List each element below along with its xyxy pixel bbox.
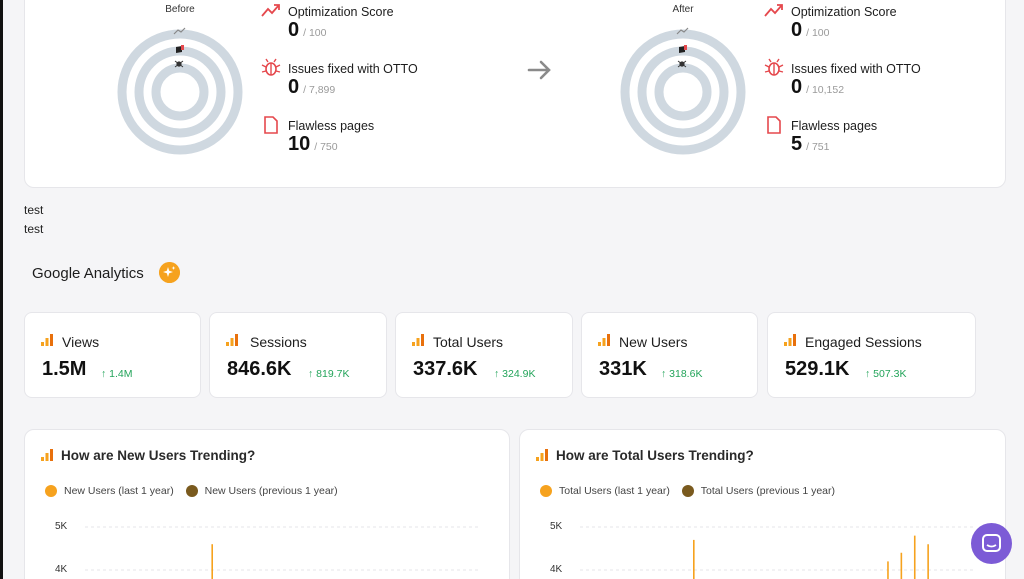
stat-value: 529.1K <box>785 358 850 380</box>
sparkle-icon[interactable] <box>159 262 180 283</box>
window-edge <box>0 0 3 579</box>
metric-value: 0 <box>288 76 300 98</box>
metric-title: Optimization Score <box>791 5 897 19</box>
total-users-stat-card: Total Users 337.6K ↑ 324.9K <box>395 312 573 398</box>
stat-value: 1.5M <box>42 358 87 380</box>
stat-delta: ↑ 318.6K <box>661 368 703 380</box>
engaged-sessions-stat-card: Engaged Sessions 529.1K ↑ 507.3K <box>767 312 976 398</box>
metric-value: 0 <box>288 19 300 41</box>
trend-up-icon <box>261 4 280 17</box>
otto-comparison-card: Before Optimization Score 0/ 100 Issues … <box>24 0 1006 188</box>
total-users-plot <box>580 526 975 579</box>
before-label: Before <box>165 4 195 15</box>
page-icon <box>264 116 278 134</box>
analytics-bars-icon <box>412 334 424 346</box>
metric-value: 10 <box>288 133 311 155</box>
after-score-rings <box>620 27 746 155</box>
stat-delta: ↑ 324.9K <box>494 368 536 380</box>
stat-label: Views <box>62 334 100 350</box>
metric-value: 0 <box>791 76 803 98</box>
metric-title: Optimization Score <box>288 5 394 19</box>
flawless-pages-metric: Flawless pages 5/ 751 <box>764 115 1024 165</box>
total-users-trend-card: How are Total Users Trending? Total User… <box>519 429 1006 579</box>
metric-total: / 751 <box>806 141 830 153</box>
stat-label: New Users <box>619 334 688 350</box>
stat-delta: ↑ 819.7K <box>308 368 350 380</box>
note-line: test <box>24 222 44 236</box>
bug-icon <box>261 58 281 76</box>
metric-total: / 7,899 <box>303 84 336 96</box>
stat-delta: ↑ 1.4M <box>101 368 133 380</box>
after-label: After <box>672 4 694 15</box>
metric-title: Flawless pages <box>791 119 878 133</box>
stat-value: 846.6K <box>227 358 292 380</box>
flawless-pages-metric: Flawless pages 10/ 750 <box>261 115 531 165</box>
metric-total: / 10,152 <box>806 84 845 96</box>
arrow-right-icon <box>527 60 551 80</box>
optimization-score-metric: Optimization Score 0/ 100 <box>764 1 1024 51</box>
stat-value: 337.6K <box>413 358 478 380</box>
bug-icon <box>764 58 784 76</box>
metric-total: / 100 <box>303 27 327 39</box>
new-users-plot <box>85 526 480 579</box>
chat-icon <box>982 534 1001 552</box>
analytics-bars-icon <box>784 334 796 346</box>
new-users-trend-card: How are New Users Trending? New Users (l… <box>24 429 510 579</box>
before-score-rings <box>117 27 243 155</box>
analytics-bars-icon <box>41 334 53 346</box>
views-stat-card: Views 1.5M ↑ 1.4M <box>24 312 201 398</box>
optimization-score-metric: Optimization Score 0/ 100 <box>261 1 531 51</box>
metric-title: Flawless pages <box>288 119 375 133</box>
metric-title: Issues fixed with OTTO <box>791 62 921 76</box>
stat-label: Sessions <box>250 334 307 350</box>
analytics-bars-icon <box>226 334 238 346</box>
issues-fixed-metric: Issues fixed with OTTO 0/ 7,899 <box>261 58 531 108</box>
before-snapshot: Before Optimization Score 0/ 100 Issues … <box>115 1 535 171</box>
stat-delta: ↑ 507.3K <box>865 368 907 380</box>
stat-value: 331K <box>599 358 647 380</box>
issues-fixed-metric: Issues fixed with OTTO 0/ 10,152 <box>764 58 1024 108</box>
metric-value: 5 <box>791 133 803 155</box>
metric-value: 0 <box>791 19 803 41</box>
metric-total: / 100 <box>806 27 830 39</box>
new-users-stat-card: New Users 331K ↑ 318.6K <box>581 312 758 398</box>
stat-label: Engaged Sessions <box>805 334 922 350</box>
metric-total: / 750 <box>314 141 338 153</box>
page-icon <box>767 116 781 134</box>
trend-up-icon <box>764 4 783 17</box>
support-chat-button[interactable] <box>971 523 1012 564</box>
note-line: test <box>24 203 44 217</box>
metric-title: Issues fixed with OTTO <box>288 62 418 76</box>
analytics-bars-icon <box>598 334 610 346</box>
google-analytics-heading: Google Analytics <box>32 265 144 282</box>
after-snapshot: After Optimization Score 0/ 100 Issues f… <box>618 1 1024 171</box>
stat-label: Total Users <box>433 334 504 350</box>
sessions-stat-card: Sessions 846.6K ↑ 819.7K <box>209 312 387 398</box>
